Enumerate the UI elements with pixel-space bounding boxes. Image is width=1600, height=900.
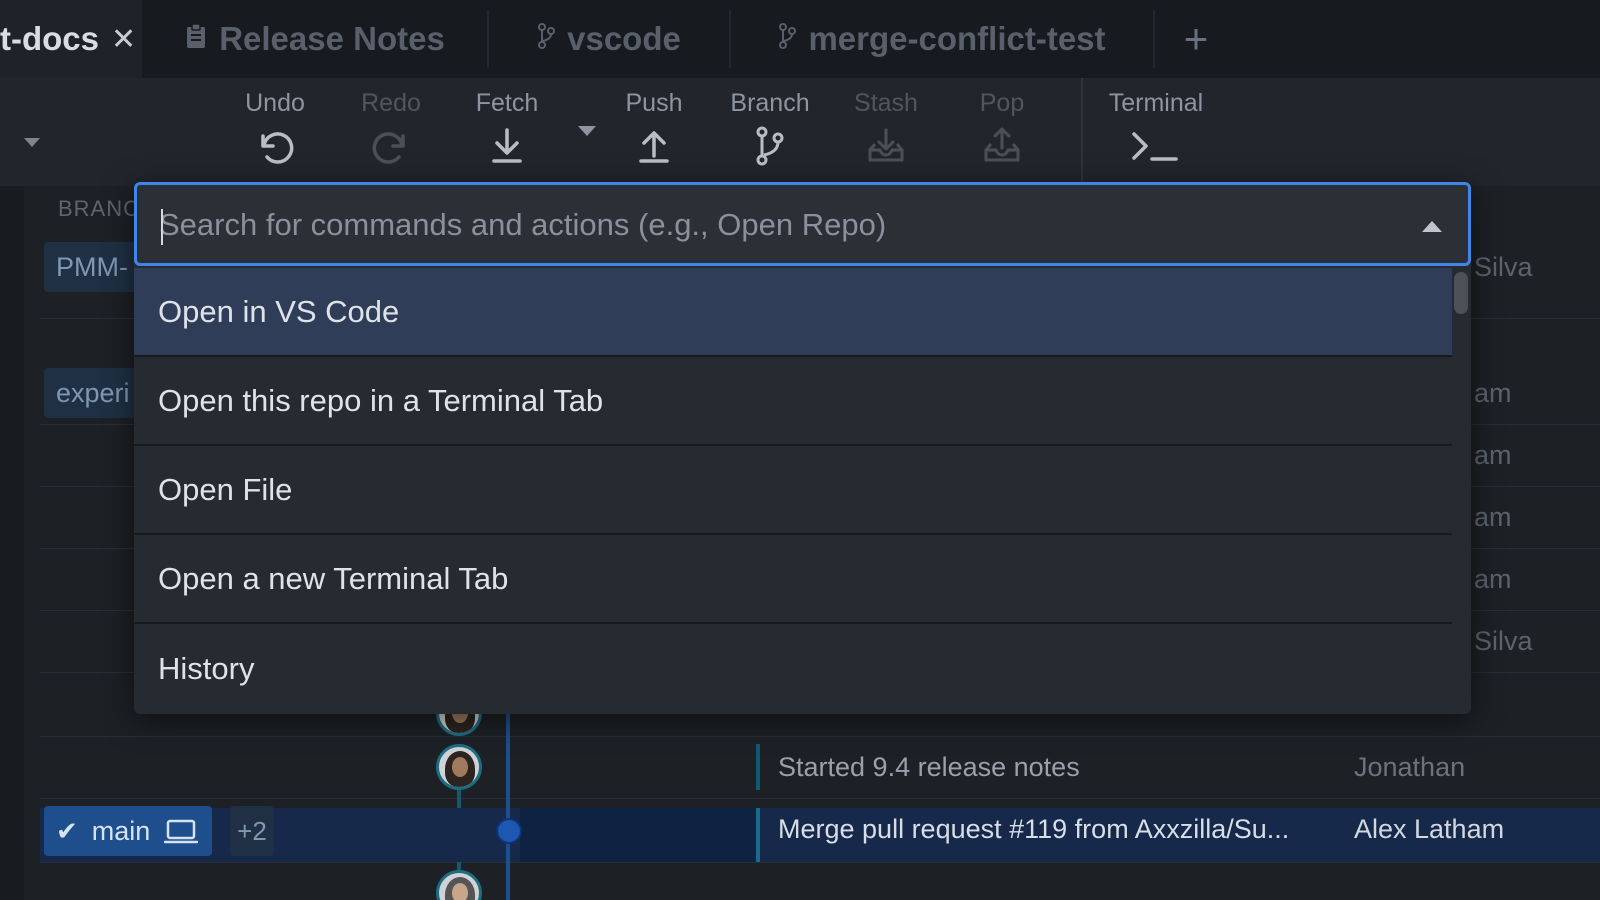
tab-label: merge-conflict-test bbox=[808, 20, 1106, 57]
palette-results-list: Open in VS Code Open this repo in a Term… bbox=[134, 268, 1452, 714]
commit-author: Silva bbox=[1474, 252, 1533, 282]
merge-commit-node[interactable] bbox=[496, 818, 522, 844]
fetch-options-chevron-icon[interactable] bbox=[578, 126, 596, 136]
tab-release-notes[interactable]: Release Notes bbox=[142, 0, 488, 78]
toolbar-divider bbox=[1081, 78, 1083, 186]
graph-line bbox=[506, 714, 510, 900]
commit-message[interactable]: Started 9.4 release notes bbox=[778, 752, 1080, 783]
laptop-icon bbox=[164, 818, 199, 844]
close-icon[interactable]: ✕ bbox=[111, 22, 136, 57]
commit-author: am bbox=[1474, 378, 1512, 408]
branch-button[interactable]: Branch bbox=[715, 86, 825, 186]
push-label: Push bbox=[625, 89, 683, 117]
palette-search-box[interactable] bbox=[134, 182, 1471, 266]
commit-color-bar bbox=[756, 808, 760, 862]
undo-icon bbox=[261, 132, 294, 164]
push-button[interactable]: Push bbox=[599, 86, 709, 186]
branch-icon bbox=[778, 22, 797, 56]
palette-scrollbar-thumb[interactable] bbox=[1454, 272, 1468, 314]
palette-item-open-new-terminal-tab[interactable]: Open a new Terminal Tab bbox=[134, 535, 1452, 624]
branch-label: Branch bbox=[730, 89, 810, 117]
tab-divider bbox=[1153, 10, 1155, 68]
chevron-up-icon[interactable] bbox=[1422, 221, 1442, 232]
commit-author: Alex Latham bbox=[1354, 814, 1505, 844]
redo-icon bbox=[372, 132, 405, 164]
terminal-button[interactable]: Terminal bbox=[1086, 86, 1226, 186]
add-tab-button[interactable]: + bbox=[1166, 0, 1226, 78]
pop-label: Pop bbox=[979, 89, 1025, 117]
palette-item-open-file[interactable]: Open File bbox=[134, 446, 1452, 535]
undo-button[interactable]: Undo bbox=[220, 86, 330, 186]
pop-button[interactable]: Pop bbox=[947, 86, 1057, 186]
palette-item-history[interactable]: History bbox=[134, 624, 1452, 713]
palette-scrollbar[interactable] bbox=[1452, 268, 1471, 714]
tab-label: Release Notes bbox=[219, 20, 445, 57]
upload-icon bbox=[639, 131, 669, 163]
avatar[interactable] bbox=[436, 744, 482, 790]
tab-merge-conflict-test[interactable]: merge-conflict-test bbox=[731, 0, 1153, 78]
fetch-button[interactable]: Fetch bbox=[452, 86, 562, 186]
command-palette: Open in VS Code Open this repo in a Term… bbox=[134, 182, 1471, 714]
branch-icon bbox=[756, 126, 784, 166]
commit-color-bar bbox=[756, 744, 760, 790]
download-icon bbox=[492, 128, 522, 163]
commit-author: Jonathan bbox=[1354, 752, 1466, 782]
commit-author: am bbox=[1474, 564, 1512, 594]
commit-message[interactable]: Merge pull request #119 from Axxzilla/Su… bbox=[778, 814, 1289, 845]
text-cursor bbox=[161, 209, 163, 245]
tab-label: vscode bbox=[567, 20, 681, 57]
redo-button[interactable]: Redo bbox=[336, 86, 446, 186]
commit-author: am bbox=[1474, 440, 1512, 470]
toolbar: Undo Redo Fetch Push Branch Stash Pop Te… bbox=[0, 78, 1600, 186]
undo-label: Undo bbox=[245, 89, 305, 117]
tab-label: t-docs bbox=[0, 20, 99, 57]
redo-label: Redo bbox=[361, 89, 421, 117]
check-icon: ✔ bbox=[56, 815, 78, 846]
stash-label: Stash bbox=[854, 89, 918, 117]
selected-row-graph-segment bbox=[520, 808, 760, 862]
command-search-input[interactable] bbox=[159, 199, 1399, 251]
palette-item-open-in-vs-code[interactable]: Open in VS Code bbox=[134, 268, 1452, 357]
chevron-down-icon[interactable] bbox=[24, 138, 40, 147]
terminal-label: Terminal bbox=[1108, 89, 1204, 117]
clipboard-icon bbox=[185, 22, 207, 56]
branch-label-pmm[interactable]: PMM- bbox=[44, 242, 140, 292]
more-branches-badge[interactable]: +2 bbox=[230, 806, 274, 856]
stash-icon bbox=[868, 128, 904, 162]
terminal-icon bbox=[1132, 132, 1178, 161]
row-divider bbox=[40, 736, 1600, 737]
tab-vscode[interactable]: vscode bbox=[489, 0, 729, 78]
row-divider bbox=[40, 862, 1600, 863]
fetch-label: Fetch bbox=[475, 89, 539, 117]
commit-author: am bbox=[1474, 502, 1512, 532]
palette-item-open-repo-terminal-tab[interactable]: Open this repo in a Terminal Tab bbox=[134, 357, 1452, 446]
pop-icon bbox=[984, 127, 1020, 162]
tab-bar: t-docs ✕ Release Notes vscode merge-conf… bbox=[0, 0, 1600, 78]
commit-author: Silva bbox=[1474, 626, 1533, 656]
left-panel-edge bbox=[0, 186, 24, 900]
branch-label-main[interactable]: ✔ main bbox=[44, 806, 212, 856]
branch-label-experimental[interactable]: experi bbox=[44, 368, 142, 418]
branch-icon bbox=[537, 22, 556, 56]
row-divider bbox=[40, 798, 1600, 799]
stash-button[interactable]: Stash bbox=[831, 86, 941, 186]
tab-repo-docs[interactable]: t-docs ✕ bbox=[0, 0, 142, 78]
branch-name: main bbox=[91, 815, 151, 846]
